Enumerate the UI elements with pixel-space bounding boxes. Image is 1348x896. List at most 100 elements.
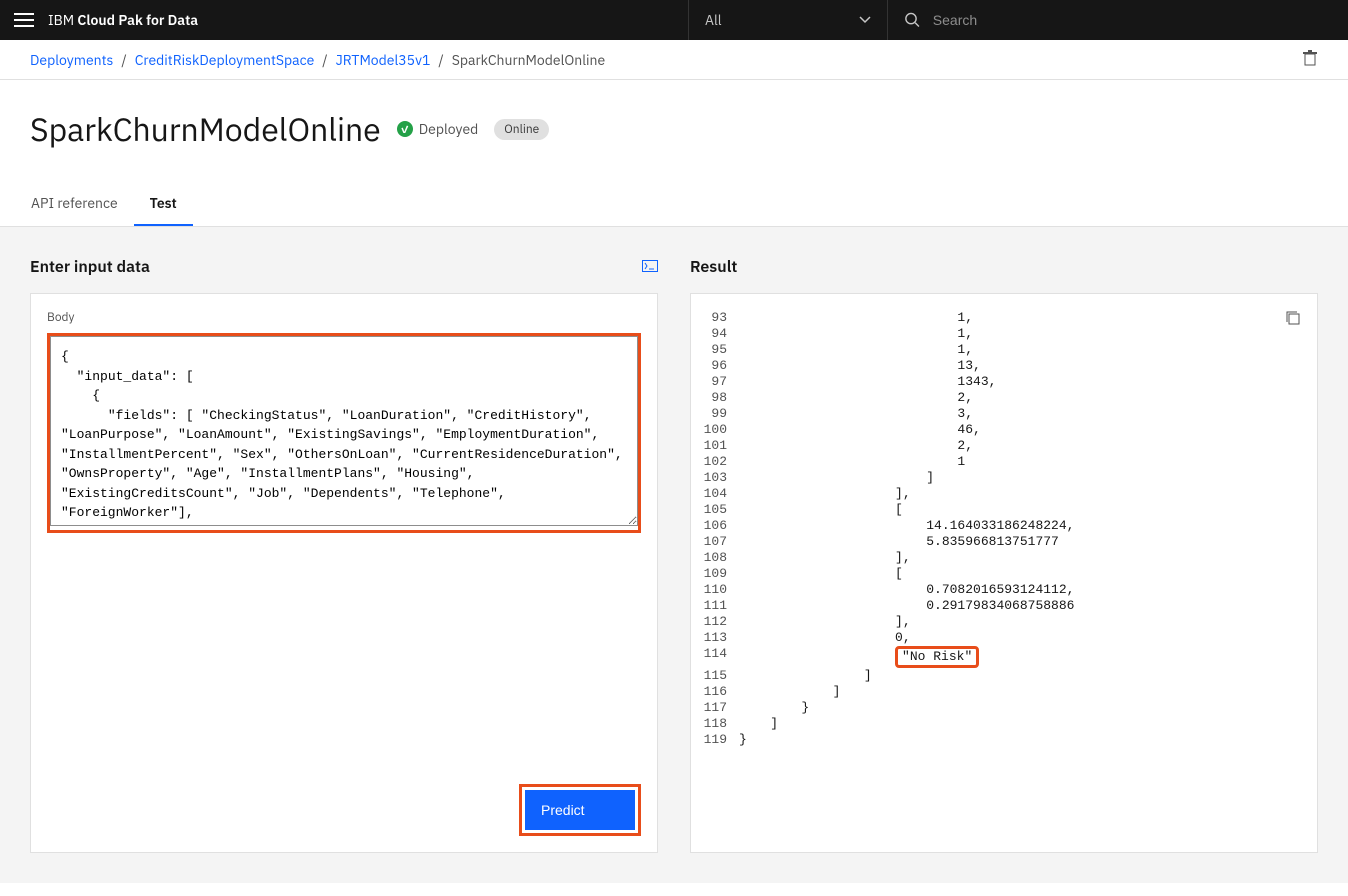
line-code: 2, xyxy=(739,438,973,454)
input-panel-title: Enter input data xyxy=(30,257,150,277)
result-line: 95 1, xyxy=(699,342,1301,358)
line-code: 5.835966813751777 xyxy=(739,534,1059,550)
result-line: 109 [ xyxy=(699,566,1301,582)
line-code: 14.164033186248224, xyxy=(739,518,1074,534)
line-number: 118 xyxy=(699,716,739,732)
line-number: 119 xyxy=(699,732,739,748)
line-code: 0.7082016593124112, xyxy=(739,582,1074,598)
result-line: 98 2, xyxy=(699,390,1301,406)
line-code: 1 xyxy=(739,454,965,470)
line-code: 13, xyxy=(739,358,981,374)
result-line: 105 [ xyxy=(699,502,1301,518)
predict-button[interactable]: Predict xyxy=(525,790,635,830)
line-number: 97 xyxy=(699,374,739,390)
input-panel: Enter input data Body Predict xyxy=(30,257,658,853)
filter-dropdown[interactable]: All xyxy=(688,0,888,40)
search-icon xyxy=(904,11,921,29)
line-number: 101 xyxy=(699,438,739,454)
result-line: 119} xyxy=(699,732,1301,748)
line-number: 113 xyxy=(699,630,739,646)
result-line: 99 3, xyxy=(699,406,1301,422)
line-code: ], xyxy=(739,550,911,566)
line-number: 96 xyxy=(699,358,739,374)
status-check-icon xyxy=(397,121,413,137)
line-code: ] xyxy=(739,668,872,684)
search-input[interactable] xyxy=(933,12,1332,28)
line-number: 105 xyxy=(699,502,739,518)
tab-api-reference[interactable]: API reference xyxy=(15,182,134,226)
line-number: 104 xyxy=(699,486,739,502)
predict-highlight: Predict xyxy=(519,784,641,836)
line-code: 1, xyxy=(739,326,973,342)
line-number: 116 xyxy=(699,684,739,700)
line-code: 1, xyxy=(739,310,973,326)
result-line: 113 0, xyxy=(699,630,1301,646)
result-panel: Result 93 1,94 1,95 1,96 13,97 xyxy=(690,257,1318,853)
body-textarea[interactable] xyxy=(50,336,638,526)
line-code: "No Risk" xyxy=(739,646,979,668)
line-number: 100 xyxy=(699,422,739,438)
line-code: ], xyxy=(739,614,911,630)
line-code: ], xyxy=(739,486,911,502)
line-number: 111 xyxy=(699,598,739,614)
result-line: 118 ] xyxy=(699,716,1301,732)
result-line: 101 2, xyxy=(699,438,1301,454)
line-code: 0.29179834068758886 xyxy=(739,598,1074,614)
line-number: 95 xyxy=(699,342,739,358)
breadcrumb-link-deployments[interactable]: Deployments xyxy=(30,51,113,69)
copy-icon[interactable] xyxy=(1285,310,1301,331)
line-number: 117 xyxy=(699,700,739,716)
line-number: 93 xyxy=(699,310,739,326)
result-line: 117 } xyxy=(699,700,1301,716)
result-line: 110 0.7082016593124112, xyxy=(699,582,1301,598)
result-output: 93 1,94 1,95 1,96 13,97 1343,98 2,99 xyxy=(690,293,1318,853)
result-line: 107 5.835966813751777 xyxy=(699,534,1301,550)
result-line: 103 ] xyxy=(699,470,1301,486)
brand-label: IBM Cloud Pak for Data xyxy=(48,11,198,29)
search-box[interactable] xyxy=(888,0,1348,40)
status-text: Deployed xyxy=(419,120,479,138)
tab-test[interactable]: Test xyxy=(134,182,193,226)
line-code: 1, xyxy=(739,342,973,358)
result-line: 93 1, xyxy=(699,310,1301,326)
line-number: 115 xyxy=(699,668,739,684)
breadcrumb-link-model[interactable]: JRTModel35v1 xyxy=(336,51,431,69)
line-code: ] xyxy=(739,470,934,486)
result-line: 112 ], xyxy=(699,614,1301,630)
line-code: 2, xyxy=(739,390,973,406)
tabs: API reference Test xyxy=(0,182,1348,227)
brand-bold: Cloud Pak for Data xyxy=(77,11,198,29)
line-number: 106 xyxy=(699,518,739,534)
line-code: 3, xyxy=(739,406,973,422)
breadcrumb: Deployments / CreditRiskDeploymentSpace … xyxy=(0,40,1348,80)
page-title: SparkChurnModelOnline xyxy=(30,108,381,150)
line-code: [ xyxy=(739,502,903,518)
line-number: 110 xyxy=(699,582,739,598)
breadcrumb-current: SparkChurnModelOnline xyxy=(452,51,605,69)
line-number: 94 xyxy=(699,326,739,342)
result-line: 116 ] xyxy=(699,684,1301,700)
filter-dropdown-label: All xyxy=(705,11,722,29)
delete-icon[interactable] xyxy=(1302,50,1318,70)
result-line: 115 ] xyxy=(699,668,1301,684)
status-badge: Deployed xyxy=(397,120,479,138)
line-number: 102 xyxy=(699,454,739,470)
line-number: 108 xyxy=(699,550,739,566)
line-code: [ xyxy=(739,566,903,582)
line-number: 109 xyxy=(699,566,739,582)
format-icon[interactable] xyxy=(642,258,658,276)
content-area: Enter input data Body Predict Result xyxy=(0,227,1348,883)
line-number: 112 xyxy=(699,614,739,630)
brand-light: IBM xyxy=(48,11,77,29)
line-code: } xyxy=(739,700,809,716)
result-line: 111 0.29179834068758886 xyxy=(699,598,1301,614)
breadcrumb-link-space[interactable]: CreditRiskDeploymentSpace xyxy=(135,51,315,69)
hamburger-menu-icon[interactable] xyxy=(0,0,48,40)
result-line: 97 1343, xyxy=(699,374,1301,390)
line-number: 99 xyxy=(699,406,739,422)
result-line: 104 ], xyxy=(699,486,1301,502)
result-panel-title: Result xyxy=(690,257,737,277)
line-number: 98 xyxy=(699,390,739,406)
line-code: 0, xyxy=(739,630,911,646)
result-highlight: "No Risk" xyxy=(895,646,979,668)
